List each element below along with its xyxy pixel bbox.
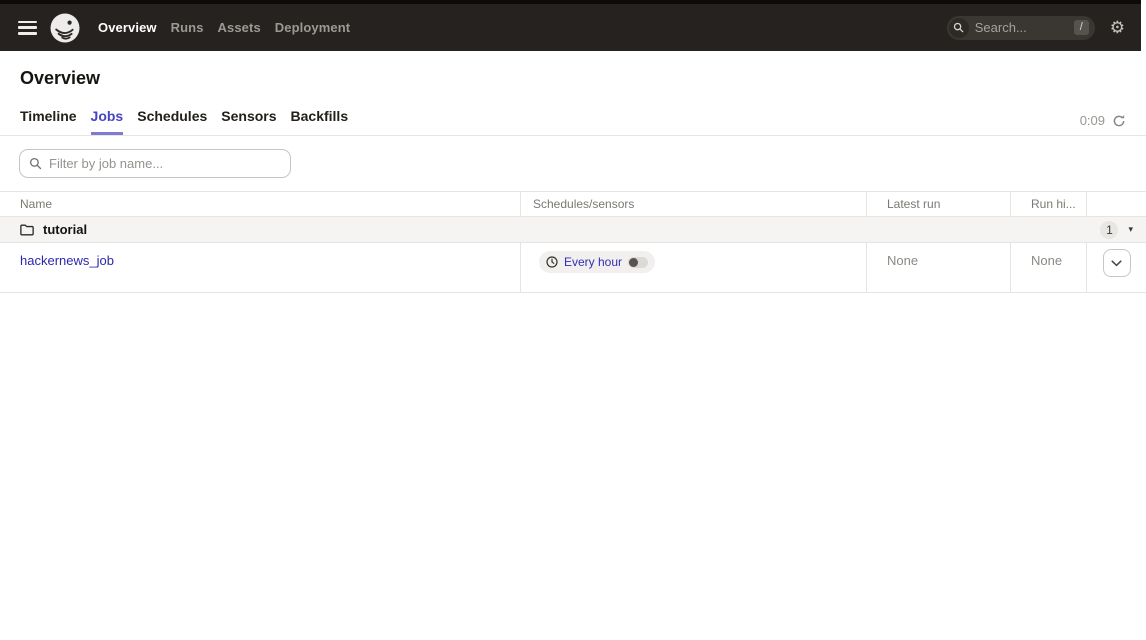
chevron-down-icon xyxy=(1111,260,1122,267)
job-schedule-cell: Every hour xyxy=(520,243,866,292)
column-header-latest-run: Latest run xyxy=(866,192,1010,216)
column-header-actions xyxy=(1086,192,1146,216)
tab-jobs[interactable]: Jobs xyxy=(91,102,124,135)
group-collapse-caret-icon[interactable]: ▾ xyxy=(1128,224,1133,235)
tab-sensors[interactable]: Sensors xyxy=(221,102,276,135)
refresh-icon[interactable] xyxy=(1112,114,1126,128)
overview-tabs: Timeline Jobs Schedules Sensors Backfill… xyxy=(0,102,1146,136)
schedule-toggle-off[interactable] xyxy=(628,257,648,268)
clock-icon xyxy=(546,256,558,268)
search-shortcut-badge: / xyxy=(1074,20,1089,35)
nav-item-overview[interactable]: Overview xyxy=(98,20,157,35)
refresh-countdown: 0:09 xyxy=(1080,113,1126,135)
latest-run-cell: None xyxy=(866,243,1010,292)
filter-by-job-name-input[interactable] xyxy=(19,149,291,178)
filter-search-icon xyxy=(29,157,42,175)
page-title: Overview xyxy=(20,68,1126,89)
group-row-label: tutorial xyxy=(43,222,87,237)
nav-item-assets[interactable]: Assets xyxy=(218,20,261,35)
schedule-pill-label: Every hour xyxy=(564,255,622,269)
run-history-cell: None xyxy=(1010,243,1086,292)
job-actions-dropdown-button[interactable] xyxy=(1103,249,1131,277)
jobs-table-header: Name Schedules/sensors Latest run Run hi… xyxy=(0,192,1146,217)
nav-item-runs[interactable]: Runs xyxy=(171,20,204,35)
refresh-countdown-value: 0:09 xyxy=(1080,113,1105,128)
nav-item-deployment[interactable]: Deployment xyxy=(275,20,350,35)
settings-gear-icon[interactable]: ⚙ xyxy=(1110,19,1125,36)
group-job-count-badge: 1 xyxy=(1100,221,1118,239)
column-header-name: Name xyxy=(0,192,520,216)
top-navigation-bar: Overview Runs Assets Deployment / ⚙ xyxy=(0,0,1141,51)
search-icon xyxy=(949,18,969,38)
dagster-logo-icon[interactable] xyxy=(50,13,80,43)
global-search[interactable]: / xyxy=(947,16,1095,40)
tab-schedules[interactable]: Schedules xyxy=(137,102,207,135)
run-history-value: None xyxy=(1031,253,1062,268)
toggle-knob xyxy=(629,258,638,267)
latest-run-value: None xyxy=(887,253,918,268)
repo-group-row-tutorial[interactable]: tutorial 1 ▾ xyxy=(0,217,1146,243)
schedule-pill[interactable]: Every hour xyxy=(539,251,655,273)
search-input[interactable] xyxy=(975,20,1057,35)
column-header-run-history: Run hi... xyxy=(1010,192,1086,216)
jobs-table: Name Schedules/sensors Latest run Run hi… xyxy=(0,191,1146,293)
job-actions-cell xyxy=(1086,243,1146,292)
tab-timeline[interactable]: Timeline xyxy=(20,102,77,135)
folder-icon xyxy=(20,224,34,236)
main-nav: Overview Runs Assets Deployment xyxy=(98,20,350,35)
job-filter xyxy=(19,149,291,178)
table-row: hackernews_job Every hour None None xyxy=(0,243,1146,293)
tab-backfills[interactable]: Backfills xyxy=(291,102,349,135)
job-name-cell: hackernews_job xyxy=(0,243,520,292)
hamburger-menu-icon[interactable] xyxy=(18,21,37,35)
column-header-schedules-sensors: Schedules/sensors xyxy=(520,192,866,216)
job-link-hackernews-job[interactable]: hackernews_job xyxy=(20,253,114,268)
